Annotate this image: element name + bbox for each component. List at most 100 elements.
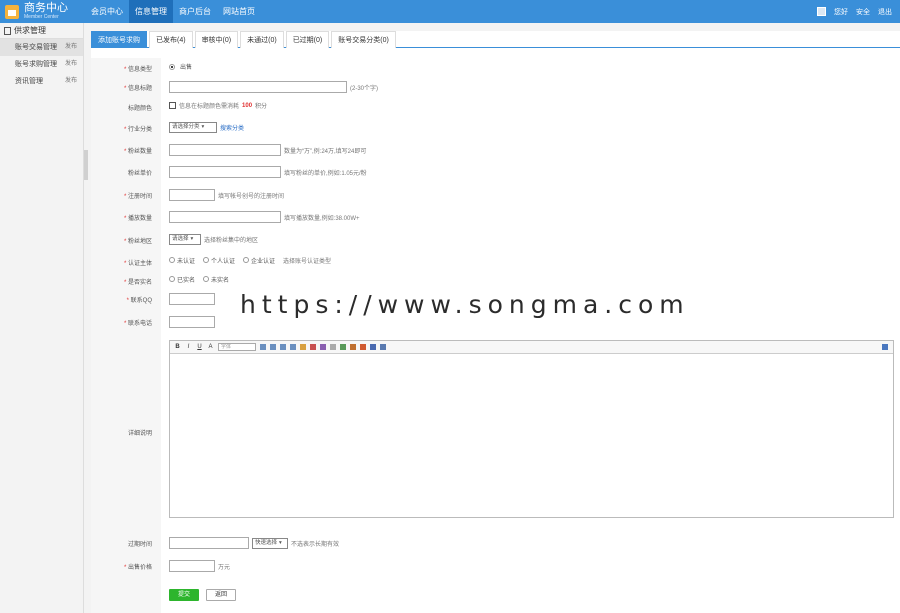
- main-content: 添加账号求购 已发布(4) 审核中(0) 未通过(0) 已过期(0) 账号交易分…: [91, 31, 900, 613]
- label-realname: 是否实名: [127, 279, 152, 286]
- label-price: 出售价格: [127, 565, 152, 571]
- expire-quick-select[interactable]: 快速选择 ▾: [252, 537, 288, 549]
- security-link[interactable]: 安全: [856, 7, 870, 17]
- eraser-icon[interactable]: [320, 344, 326, 350]
- font-color-icon[interactable]: A: [207, 343, 214, 351]
- phone-input[interactable]: [169, 316, 215, 328]
- align-right-icon[interactable]: [280, 344, 286, 350]
- row-plays: * 播放数量 填写播放数量,例如:38.00W+: [91, 211, 900, 224]
- tab-rejected[interactable]: 未通过(0): [240, 31, 284, 48]
- tab-expired[interactable]: 已过期(0): [285, 31, 330, 48]
- align-left-icon[interactable]: [260, 344, 266, 350]
- row-reg-time: * 注册时间 填写帐号创号的注册时间: [91, 189, 900, 202]
- user-link[interactable]: 您好: [834, 7, 848, 17]
- italic-icon[interactable]: I: [185, 343, 192, 351]
- paste-word-icon[interactable]: [310, 344, 316, 350]
- row-price: * 出售价格 万元: [91, 560, 900, 573]
- expire-input[interactable]: [169, 537, 249, 549]
- search-category-link[interactable]: 搜索分类: [220, 123, 244, 132]
- radio-enterprise[interactable]: [243, 257, 250, 263]
- align-justify-icon[interactable]: [290, 344, 296, 350]
- flash-icon[interactable]: [360, 344, 366, 350]
- sidebar-head-label: 供求管理: [14, 25, 46, 35]
- radio-realname-yes[interactable]: [169, 276, 175, 282]
- submit-button[interactable]: 提交: [169, 589, 199, 601]
- tab-bar: 添加账号求购 已发布(4) 审核中(0) 未通过(0) 已过期(0) 账号交易分…: [91, 31, 900, 48]
- label-reg-time: 注册时间: [127, 194, 152, 200]
- topnav-info-manage[interactable]: 信息管理: [129, 0, 173, 23]
- row-title-color: 标题颜色 信息在标题颜色需消耗 100 积分: [91, 101, 900, 113]
- bold-icon[interactable]: B: [174, 343, 181, 351]
- label-fan-price: 粉丝单价: [127, 171, 152, 177]
- title-color-hint: 信息在标题颜色需消耗: [179, 104, 240, 110]
- fan-price-hint: 填写粉丝的单价,例如:1.05元/粉: [284, 170, 367, 177]
- label-detail: 详细说明: [127, 430, 152, 437]
- sidebar-collapse-handle[interactable]: [84, 150, 88, 180]
- category-select[interactable]: 请选择分类 ▾: [169, 122, 217, 133]
- document-icon: [4, 26, 11, 35]
- qq-input[interactable]: [169, 293, 215, 305]
- plays-input[interactable]: [169, 211, 281, 223]
- paste-icon[interactable]: [300, 344, 306, 350]
- row-fans: * 粉丝数量 数量为“万”,例:24万,填写24即可: [91, 144, 900, 157]
- reg-time-hint: 填写帐号创号的注册时间: [218, 193, 285, 200]
- title-input[interactable]: [169, 81, 347, 93]
- radio-unverified[interactable]: [169, 257, 175, 263]
- underline-icon[interactable]: U: [196, 343, 203, 351]
- link-icon[interactable]: [380, 344, 386, 350]
- publish-link[interactable]: 发布: [65, 73, 77, 90]
- plays-hint: 填写播放数量,例如:38.00W+: [284, 215, 360, 222]
- auth-hint: 选择账号认证类型: [283, 259, 332, 265]
- publish-link[interactable]: 发布: [65, 39, 77, 56]
- user-icon[interactable]: [817, 7, 826, 16]
- tab-reviewing[interactable]: 审核中(0): [194, 31, 239, 48]
- rich-text-editor: B I U A 字体: [169, 340, 894, 518]
- logout-link[interactable]: 退出: [878, 7, 892, 17]
- brand-title: 商务中心: [24, 2, 68, 14]
- chevron-down-icon: ▾: [279, 539, 282, 546]
- row-info-type: * 信息类型 出售: [91, 62, 900, 74]
- radio-sell[interactable]: [169, 63, 175, 70]
- table-icon[interactable]: [340, 344, 346, 350]
- image-icon[interactable]: [350, 344, 356, 350]
- region-select[interactable]: 请选择 ▾: [169, 234, 201, 245]
- label-category: 行业分类: [127, 126, 152, 133]
- label-phone: 联系电话: [127, 321, 152, 327]
- tab-add[interactable]: 添加账号求购: [91, 31, 147, 48]
- row-category: * 行业分类 请选择分类 ▾ 搜索分类: [123, 122, 245, 133]
- fans-input[interactable]: [169, 144, 281, 156]
- sidebar-item-account-trade[interactable]: 账号交易管理 发布: [0, 39, 83, 56]
- row-title: * 信息标题 (2-30个字): [91, 81, 900, 94]
- sidebar-item-account-wanted[interactable]: 账号求购管理 发布: [0, 56, 83, 73]
- sidebar-head[interactable]: 供求管理: [0, 23, 83, 39]
- font-family-select[interactable]: 字体: [218, 343, 256, 351]
- topnav-merchant[interactable]: 商户后台: [173, 0, 217, 23]
- tab-published[interactable]: 已发布(4): [149, 31, 193, 48]
- points-unit: 积分: [255, 104, 268, 110]
- watermark: https://www.songma.com: [240, 290, 690, 319]
- sidebar-item-label: 账号求购管理: [15, 61, 57, 68]
- sidebar-item-label: 账号交易管理: [15, 44, 57, 51]
- brand-subtitle: Member Center: [24, 14, 59, 20]
- fan-price-input[interactable]: [169, 166, 281, 178]
- title-hint: (2-30个字): [350, 85, 379, 92]
- home-icon: [5, 4, 19, 19]
- radio-sell-label: 出售: [180, 65, 193, 71]
- back-button[interactable]: 返回: [206, 589, 236, 601]
- media-icon[interactable]: [370, 344, 376, 350]
- topnav-home[interactable]: 网站首页: [217, 0, 261, 23]
- topnav-member-center[interactable]: 会员中心: [85, 0, 129, 23]
- tab-category[interactable]: 账号交易分类(0): [331, 31, 396, 48]
- reg-time-input[interactable]: [169, 189, 215, 201]
- fullscreen-icon[interactable]: [882, 344, 888, 350]
- radio-personal[interactable]: [203, 257, 210, 263]
- logo[interactable]: 商务中心 Member Center: [5, 2, 68, 21]
- sidebar-item-news[interactable]: 资讯管理 发布: [0, 73, 83, 90]
- horizontal-rule-icon[interactable]: [330, 344, 336, 350]
- publish-link[interactable]: 发布: [65, 56, 77, 73]
- align-center-icon[interactable]: [270, 344, 276, 350]
- radio-realname-no[interactable]: [203, 276, 210, 282]
- label-fans: 粉丝数量: [127, 149, 152, 155]
- title-color-picker[interactable]: [169, 102, 176, 109]
- price-input[interactable]: [169, 560, 215, 572]
